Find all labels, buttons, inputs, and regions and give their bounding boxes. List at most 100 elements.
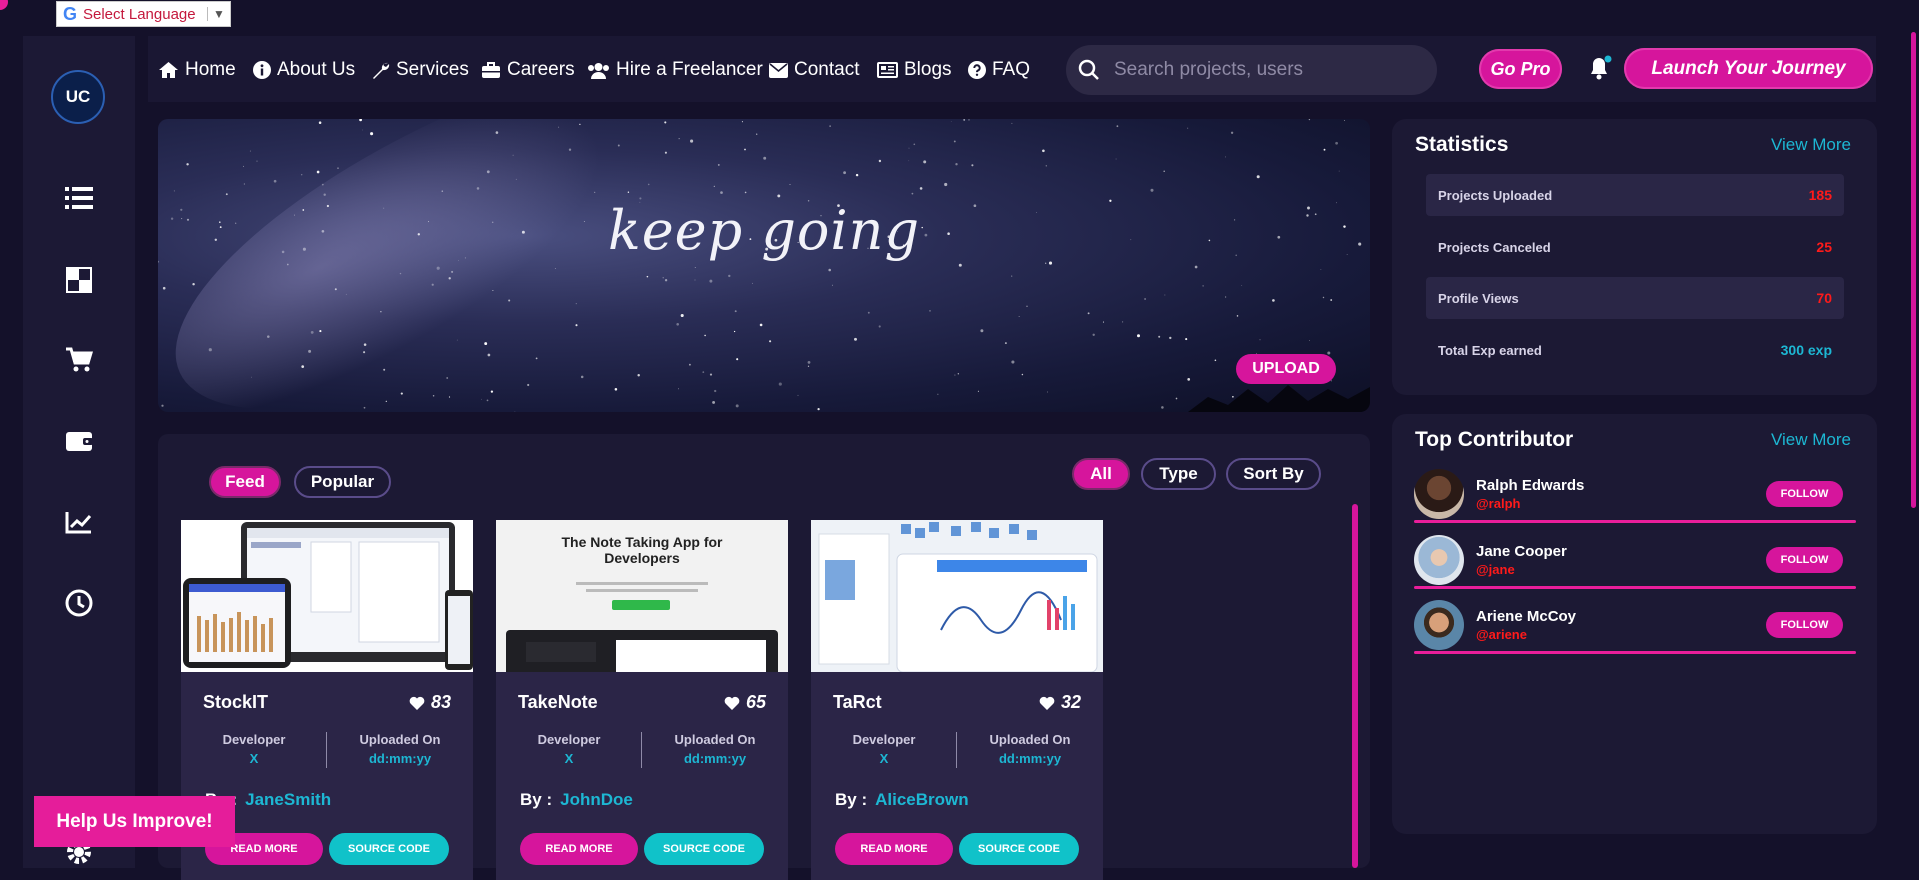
follow-button[interactable]: FOLLOW — [1766, 547, 1843, 573]
stat-row: Profile Views 70 — [1426, 277, 1844, 319]
developer-value: X — [879, 751, 889, 766]
language-select[interactable]: G Select Language ▼ — [56, 1, 231, 27]
tab-feed[interactable]: Feed — [209, 466, 281, 498]
stat-label: Profile Views — [1438, 290, 1519, 306]
author-name[interactable]: JaneSmith — [245, 790, 331, 809]
chart-icon[interactable] — [59, 502, 99, 542]
contributor-name[interactable]: Jane Cooper — [1476, 543, 1567, 560]
card-title: StockIT — [203, 692, 269, 712]
filter-type[interactable]: Type — [1141, 458, 1216, 490]
history-icon[interactable] — [59, 583, 99, 623]
help-us-improve-button[interactable]: Help Us Improve! — [34, 796, 235, 847]
card-author: By : JohnDoe — [520, 790, 633, 810]
logo-text: UC — [65, 87, 91, 106]
by-label: By : — [520, 790, 553, 809]
contributor-row: Ralph Edwards @ralph FOLLOW — [1414, 469, 1856, 525]
project-card[interactable]: The Note Taking App for Developers TakeN… — [496, 520, 788, 880]
nav-hire-freelancer[interactable]: Hire a Freelancer — [587, 56, 763, 84]
project-card[interactable]: TaRct 32 Developer X Uploaded On dd:mm:yy … — [811, 520, 1103, 880]
contributor-handle: @ralph — [1476, 496, 1521, 511]
launch-journey-button[interactable]: Launch Your Journey — [1624, 48, 1873, 89]
tab-popular[interactable]: Popular — [294, 466, 391, 498]
avatar[interactable] — [1414, 469, 1464, 519]
divider — [1414, 586, 1856, 589]
search-input[interactable] — [1112, 58, 1416, 82]
stat-label: Projects Canceled — [1438, 239, 1551, 255]
nav-contact[interactable]: Contact — [769, 56, 859, 84]
nav-services[interactable]: Services — [372, 56, 469, 84]
follow-button[interactable]: FOLLOW — [1766, 481, 1843, 507]
contributor-handle: @jane — [1476, 562, 1515, 577]
thumbnail-title: The Note Taking App for Developers — [561, 534, 723, 566]
upload-button[interactable]: UPLOAD — [1236, 354, 1336, 384]
card-likes[interactable]: 65 — [724, 692, 766, 713]
developer-value: X — [249, 751, 259, 766]
source-code-button[interactable]: SOURCE CODE — [644, 833, 764, 865]
likes-count: 65 — [745, 692, 766, 712]
filter-sort-by[interactable]: Sort By — [1226, 458, 1321, 490]
card-likes[interactable]: 32 — [1039, 692, 1081, 713]
nav-about[interactable]: About Us — [253, 56, 355, 84]
page-scrollbar[interactable] — [1911, 32, 1916, 508]
follow-button[interactable]: FOLLOW — [1766, 612, 1843, 638]
filter-all[interactable]: All — [1072, 458, 1130, 490]
top-contributor-view-more[interactable]: View More — [1771, 430, 1851, 450]
by-label: By : — [835, 790, 868, 809]
stat-row: Projects Canceled 25 — [1426, 226, 1844, 268]
star-field — [158, 119, 1370, 412]
statistics-view-more[interactable]: View More — [1771, 135, 1851, 155]
dashboard-icon[interactable] — [59, 260, 99, 300]
heart-icon — [724, 696, 740, 710]
read-more-button[interactable]: READ MORE — [520, 833, 638, 865]
developer-label: Developer — [222, 732, 286, 747]
wrench-icon — [373, 62, 390, 79]
wallet-icon[interactable] — [59, 421, 99, 461]
uploaded-label: Uploaded On — [989, 732, 1071, 747]
avatar[interactable] — [1414, 600, 1464, 650]
list-icon[interactable] — [59, 178, 99, 218]
read-more-button[interactable]: READ MORE — [835, 833, 953, 865]
search-bar[interactable] — [1066, 45, 1437, 95]
corner-dot — [0, 0, 8, 10]
heart-icon — [1039, 696, 1055, 710]
uploaded-value: dd:mm:yy — [998, 751, 1062, 766]
developer-info: Developer X — [811, 732, 957, 766]
uploaded-label: Uploaded On — [359, 732, 441, 747]
go-pro-button[interactable]: Go Pro — [1479, 49, 1562, 89]
author-name[interactable]: JohnDoe — [560, 790, 633, 809]
author-name[interactable]: AliceBrown — [875, 790, 969, 809]
project-thumbnail: The Note Taking App for Developers — [496, 520, 788, 672]
card-likes[interactable]: 83 — [409, 692, 451, 713]
cart-icon[interactable] — [59, 340, 99, 380]
likes-count: 32 — [1060, 692, 1081, 712]
nav-blogs[interactable]: Blogs — [877, 56, 952, 84]
stat-value: 25 — [1816, 239, 1832, 255]
developer-label: Developer — [537, 732, 601, 747]
feed-scrollbar[interactable] — [1352, 504, 1358, 868]
avatar[interactable] — [1414, 535, 1464, 585]
nav-faq[interactable]: FAQ — [968, 56, 1030, 84]
contributor-name[interactable]: Ariene McCoy — [1476, 608, 1576, 625]
contributor-name[interactable]: Ralph Edwards — [1476, 477, 1584, 494]
divider — [1414, 651, 1856, 654]
bell-icon[interactable] — [1589, 55, 1613, 81]
nav-services-label: Services — [396, 59, 469, 80]
nav-home[interactable]: Home — [158, 56, 236, 84]
stat-row: Projects Uploaded 185 — [1426, 174, 1844, 216]
source-code-button[interactable]: SOURCE CODE — [959, 833, 1079, 865]
likes-count: 83 — [430, 692, 451, 712]
nav-careers[interactable]: Careers — [481, 56, 575, 84]
home-icon — [159, 62, 178, 78]
language-select-label: Select Language — [83, 5, 196, 23]
developer-value: X — [564, 751, 574, 766]
stat-label: Projects Uploaded — [1438, 187, 1553, 203]
users-icon — [588, 62, 609, 79]
logo[interactable]: UC — [51, 70, 105, 124]
search-icon — [1078, 59, 1099, 80]
info-icon — [253, 61, 271, 79]
heart-icon — [409, 696, 425, 710]
envelope-icon — [769, 62, 788, 78]
source-code-button[interactable]: SOURCE CODE — [329, 833, 449, 865]
uploaded-label: Uploaded On — [674, 732, 756, 747]
nav-careers-label: Careers — [507, 59, 575, 80]
